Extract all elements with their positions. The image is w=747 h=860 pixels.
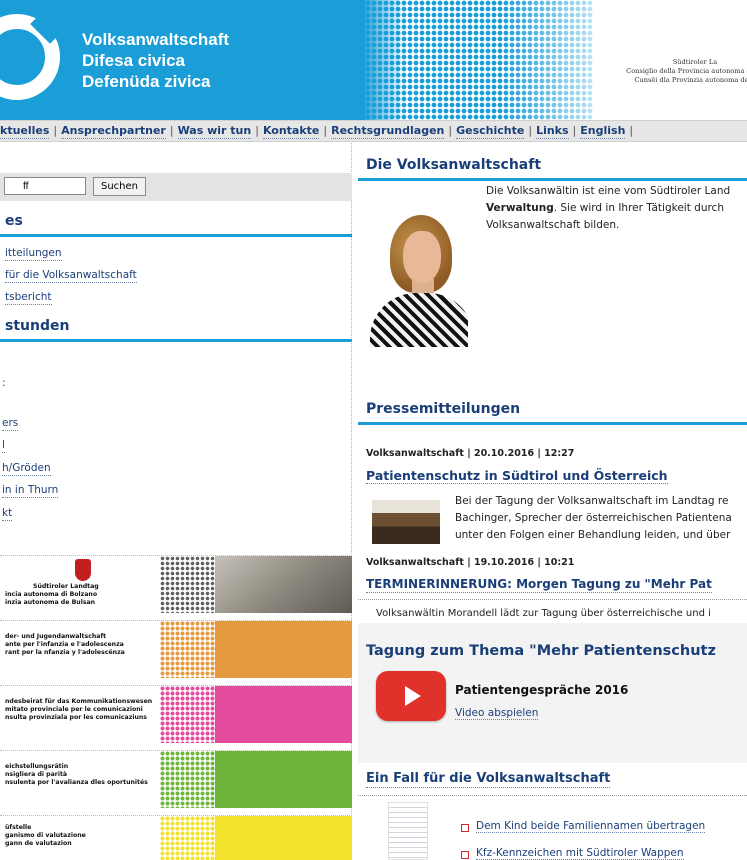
banner-gleichstellung[interactable]: eichstellungsrätin nsigliera di parità n… (0, 750, 352, 808)
sidebar-heading-sprechstunden: stunden (5, 318, 70, 334)
title-line-lad: Defenüda zivica (82, 72, 211, 91)
nav-rechtsgrundlagen[interactable]: Rechtsgrundlagen (331, 124, 445, 139)
case-heading-link[interactable]: Ein Fall für die Volksanwaltschaft (366, 771, 611, 788)
site-header: Volksanwaltschaft Difesa civica Defenüda… (0, 0, 747, 120)
sidebar-divider (0, 234, 352, 237)
sidebar-link-volksanwaltschaft[interactable]: für die Volksanwaltschaft (5, 269, 137, 283)
video-heading: Tagung zum Thema "Mehr Patientenschutz (366, 643, 716, 659)
news-teaser: Bei der Tagung der Volksanwaltschaft im … (455, 495, 732, 541)
video-title: Patientengespräche 2016 (455, 683, 629, 697)
nav-geschichte[interactable]: Geschichte (456, 124, 525, 139)
nav-ansprechpartner[interactable]: Ansprechpartner (61, 124, 166, 139)
search-bar: Suchen (0, 173, 352, 201)
title-line-de: Volksanwaltschaft (82, 30, 230, 49)
landtag-logo-text[interactable]: Südtiroler La Consiglio della Provincia … (595, 58, 747, 85)
dot-pattern-decoration (365, 0, 593, 120)
bullet-square-icon (461, 851, 469, 859)
sidebar-location-item[interactable]: : (2, 377, 6, 390)
banner-kommunikationswesen[interactable]: ndesbeirat für das Kommunikationswesen m… (0, 685, 352, 743)
sidebar-heading-updates: es (5, 213, 23, 229)
search-button[interactable]: Suchen (93, 177, 146, 196)
news-teaser: Volksanwältin Morandell lädt zur Tagung … (376, 608, 711, 619)
main-navigation: ktuelles | Ansprechpartner | Was wir tun | Kon… (0, 120, 747, 142)
news-meta: Volksanwaltschaft | 19.10.2016 | 10:21 (366, 557, 575, 568)
press-heading: Pressemitteilungen (366, 401, 521, 417)
eagle-coat-of-arms-icon (75, 559, 91, 581)
volksanwaeltin-portrait (368, 207, 468, 347)
news-meta: Volksanwaltschaft | 20.10.2016 | 12:27 (366, 448, 575, 459)
case-link[interactable]: Kfz-Kennzeichen mit Südtiroler Wappen (476, 847, 684, 860)
sidebar-location-item[interactable]: ers (2, 417, 19, 431)
sidebar-divider (0, 339, 352, 342)
page-title: Die Volksanwaltschaft (366, 157, 542, 173)
sidebar: Suchen es itteilungen für die Volksanwal… (0, 143, 352, 860)
nav-links[interactable]: Links (536, 124, 569, 139)
case-link[interactable]: Dem Kind beide Familiennamen übertragen (476, 820, 706, 833)
banner-kinder-jugendanwaltschaft[interactable]: der- und Jugendanwaltschaft ante per l'i… (0, 620, 352, 678)
news-title-link[interactable]: TERMINERINNERUNG: Morgen Tagung zu "Mehr… (366, 577, 712, 593)
banner-landtag[interactable]: Südtiroler Landtag incia autonoma di Bol… (0, 555, 352, 613)
bullet-square-icon (461, 824, 469, 832)
sidebar-location-item[interactable]: in in Thurn (2, 484, 59, 498)
site-title[interactable]: Volksanwaltschaft Difesa civica Defenüda… (82, 29, 229, 92)
brand-panel[interactable]: Volksanwaltschaft Difesa civica Defenüda… (0, 0, 365, 120)
sidebar-link-press[interactable]: itteilungen (5, 247, 62, 261)
sidebar-location-item[interactable]: l (2, 439, 5, 453)
main-content: Die Volksanwaltschaft Die Volksanwältin … (358, 143, 747, 860)
sidebar-location-item[interactable]: h/Gröden (2, 462, 51, 476)
video-play-link[interactable]: Video abspielen (455, 707, 539, 720)
document-thumbnail (388, 802, 428, 860)
intro-text: Die Volksanwältin ist eine vom Südtirole… (486, 185, 731, 231)
nav-english[interactable]: English (580, 124, 626, 139)
title-line-it: Difesa civica (82, 51, 186, 70)
video-box: Tagung zum Thema "Mehr Patientenschutz P… (358, 623, 747, 763)
nav-aktuelles[interactable]: ktuelles (0, 124, 50, 139)
press-divider (358, 422, 747, 425)
search-input[interactable] (4, 177, 86, 195)
sidebar-location-item[interactable]: kt (2, 507, 13, 521)
nav-kontakte[interactable]: Kontakte (262, 124, 320, 139)
banner-pruefstelle[interactable]: üfstelle ganismo di valutazione gann de … (0, 815, 352, 860)
news-thumbnail[interactable] (372, 500, 440, 544)
youtube-play-icon[interactable] (376, 671, 446, 721)
title-divider (358, 178, 747, 181)
sidebar-link-report[interactable]: tsbericht (5, 291, 52, 305)
banner-photo (215, 556, 352, 613)
nav-was-wir-tun[interactable]: Was wir tun (177, 124, 252, 139)
news-title-link[interactable]: Patientenschutz in Südtirol und Österrei… (366, 468, 668, 484)
